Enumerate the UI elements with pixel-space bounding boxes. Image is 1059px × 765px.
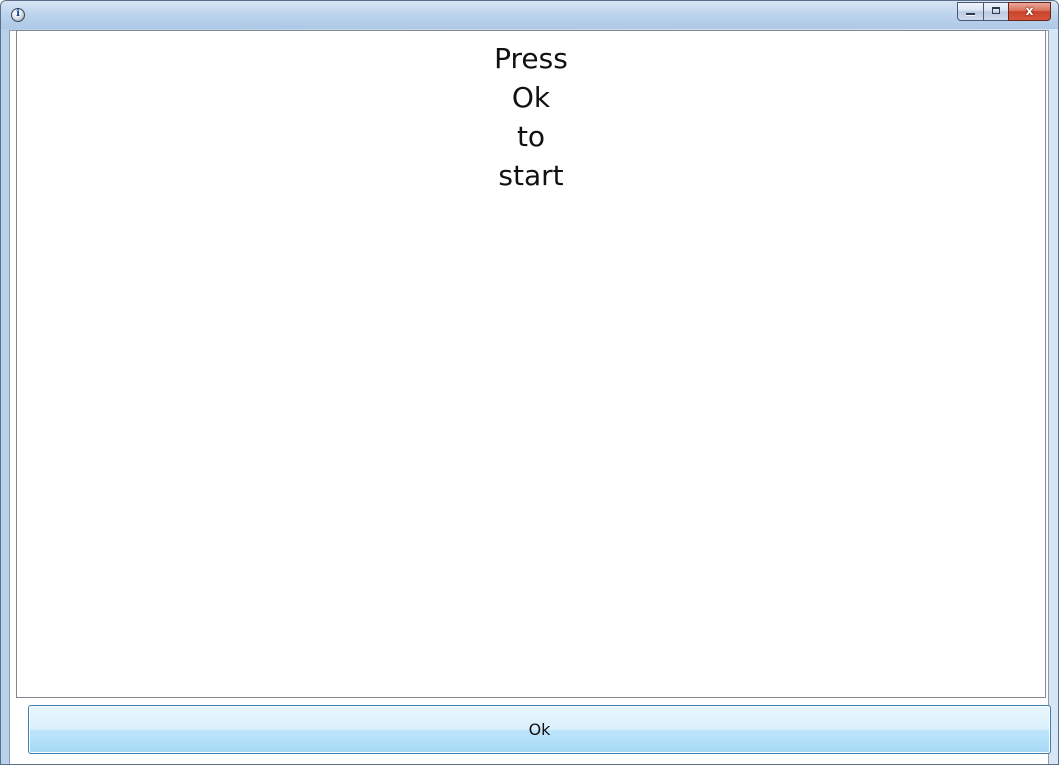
maximize-icon	[992, 7, 1000, 14]
ok-button[interactable]: Ok	[28, 705, 1051, 754]
info-icon	[11, 8, 25, 22]
minimize-icon	[966, 13, 975, 15]
message-line-2: Ok	[511, 81, 551, 114]
message-text-area: Press Ok to start	[16, 30, 1046, 698]
message-line-1: Press	[494, 42, 568, 75]
message-line-3: to	[516, 120, 546, 153]
dialog-window: x Press Ok to start Ok	[0, 0, 1059, 765]
title-bar[interactable]: x	[1, 1, 1058, 29]
maximize-button[interactable]	[983, 2, 1008, 21]
message-line-4: start	[498, 159, 564, 192]
close-button[interactable]: x	[1008, 2, 1051, 21]
minimize-button[interactable]	[957, 2, 983, 21]
caption-buttons: x	[957, 2, 1051, 21]
close-icon: x	[1025, 4, 1034, 18]
